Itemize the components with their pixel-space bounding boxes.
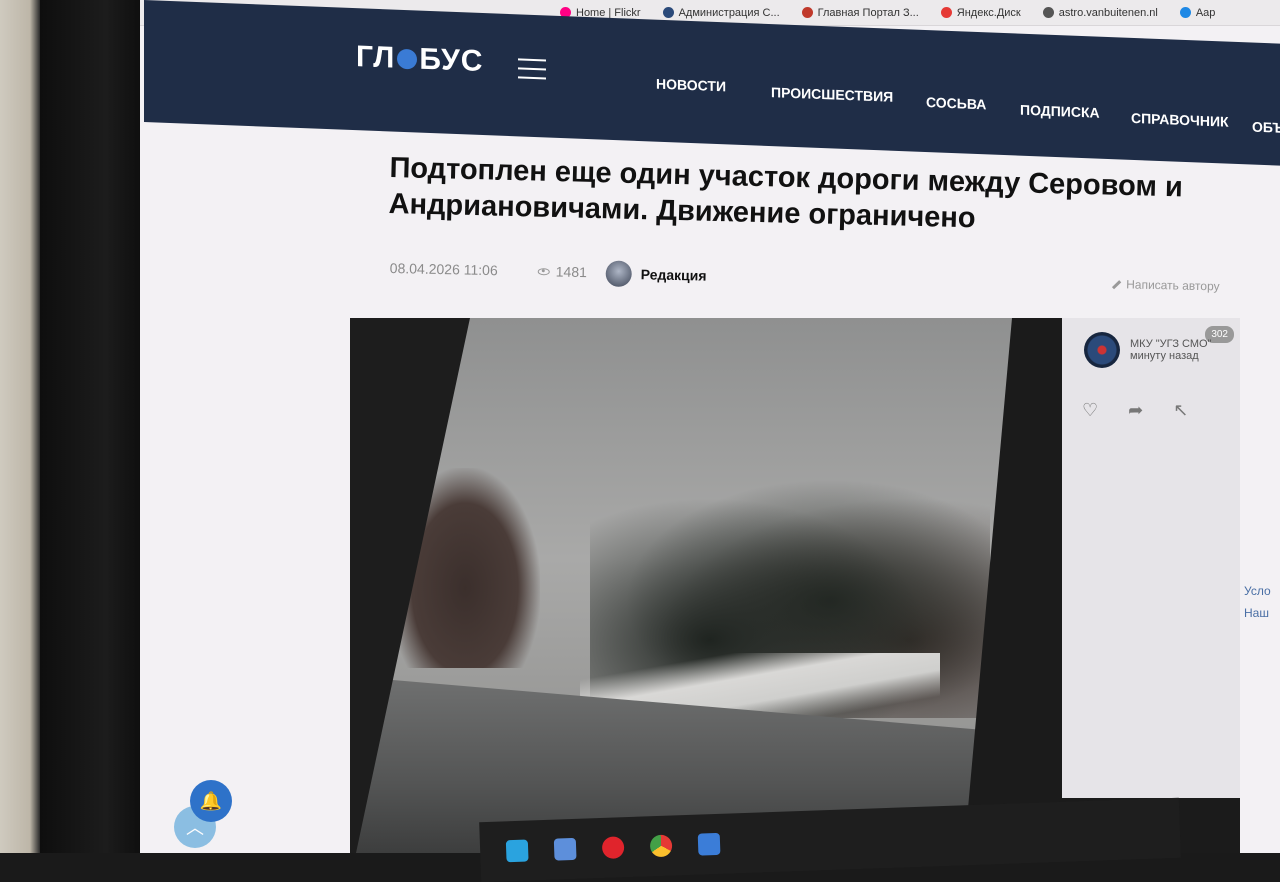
bookmark-astro[interactable]: astro.vanbuitenen.nl: [1043, 7, 1158, 19]
nav-incidents[interactable]: ПРОИСШЕСТВИЯ: [771, 84, 893, 105]
write-to-author-link[interactable]: Написать автору: [1111, 277, 1220, 293]
embedded-post-time: минуту назад: [1130, 350, 1212, 362]
globe-icon: [1043, 7, 1054, 18]
monitor-bezel: [40, 0, 150, 853]
yandex-disk-icon: [941, 7, 952, 18]
pencil-icon: [1112, 280, 1121, 289]
nav-directory[interactable]: СПРАВОЧНИК: [1131, 110, 1229, 130]
notifications-button[interactable]: 🔔: [190, 780, 232, 822]
bookmark-yandex-disk[interactable]: Яндекс.Диск: [941, 7, 1021, 19]
nav-news[interactable]: НОВОСТИ: [656, 76, 726, 95]
article-meta: 08.04.2026 11:06 1481 Редакция Написать …: [389, 258, 1219, 303]
hamburger-menu-icon[interactable]: [518, 58, 546, 79]
bookmark-aap[interactable]: Aap: [1180, 7, 1216, 19]
embedded-post-panel: 302 МКУ "УГЗ СМО" минуту назад ♡ ➦ ↖: [1062, 318, 1240, 798]
sidebar-links: Усло Наш: [1244, 580, 1271, 624]
share-icon: ➦: [1128, 400, 1143, 421]
nav-subscription[interactable]: ПОДПИСКА: [1020, 102, 1100, 121]
side-link-terms[interactable]: Усло: [1244, 580, 1271, 602]
chrome-icon[interactable]: [650, 835, 673, 858]
store-icon[interactable]: [554, 838, 577, 861]
aap-icon: [1180, 7, 1191, 18]
nav-sosva[interactable]: СОСЬВА: [926, 94, 986, 112]
app-icon[interactable]: [698, 833, 721, 856]
side-link-our[interactable]: Наш: [1244, 602, 1271, 624]
cursor-icon: ↖: [1173, 400, 1188, 421]
article-title: Подтоплен еще один участок дороги между …: [388, 150, 1190, 242]
source-logo-icon: [1084, 332, 1120, 368]
portal-icon: [802, 7, 813, 18]
gov-icon: [663, 7, 674, 18]
article-views: 1481: [538, 263, 587, 280]
browser-screen: Home | Flickr Администрация С... Главная…: [140, 0, 1280, 853]
heart-icon: ♡: [1082, 400, 1098, 421]
article-author[interactable]: Редакция: [605, 261, 706, 289]
bookmark-portal[interactable]: Главная Портал З...: [802, 7, 919, 19]
embedded-post-source: МКУ "УГЗ СМО": [1130, 338, 1212, 350]
opera-icon[interactable]: [602, 836, 625, 859]
bell-icon: 🔔: [200, 791, 222, 812]
eye-icon: [538, 268, 550, 275]
avatar: [605, 261, 632, 288]
bookmark-administration[interactable]: Администрация С...: [663, 7, 780, 19]
article-date: 08.04.2026 11:06: [390, 260, 498, 278]
article-photo[interactable]: 302 МКУ "УГЗ СМО" минуту назад ♡ ➦ ↖: [350, 318, 1240, 853]
site-logo[interactable]: ГЛ БУС: [356, 40, 483, 79]
embedded-post-header: МКУ "УГЗ СМО" минуту назад: [1084, 332, 1212, 368]
nav-ads[interactable]: ОБЪЯ: [1252, 119, 1280, 137]
logo-globe-icon: [397, 49, 417, 70]
telegram-icon[interactable]: [506, 840, 529, 863]
embedded-post-actions: ♡ ➦ ↖: [1082, 400, 1188, 421]
